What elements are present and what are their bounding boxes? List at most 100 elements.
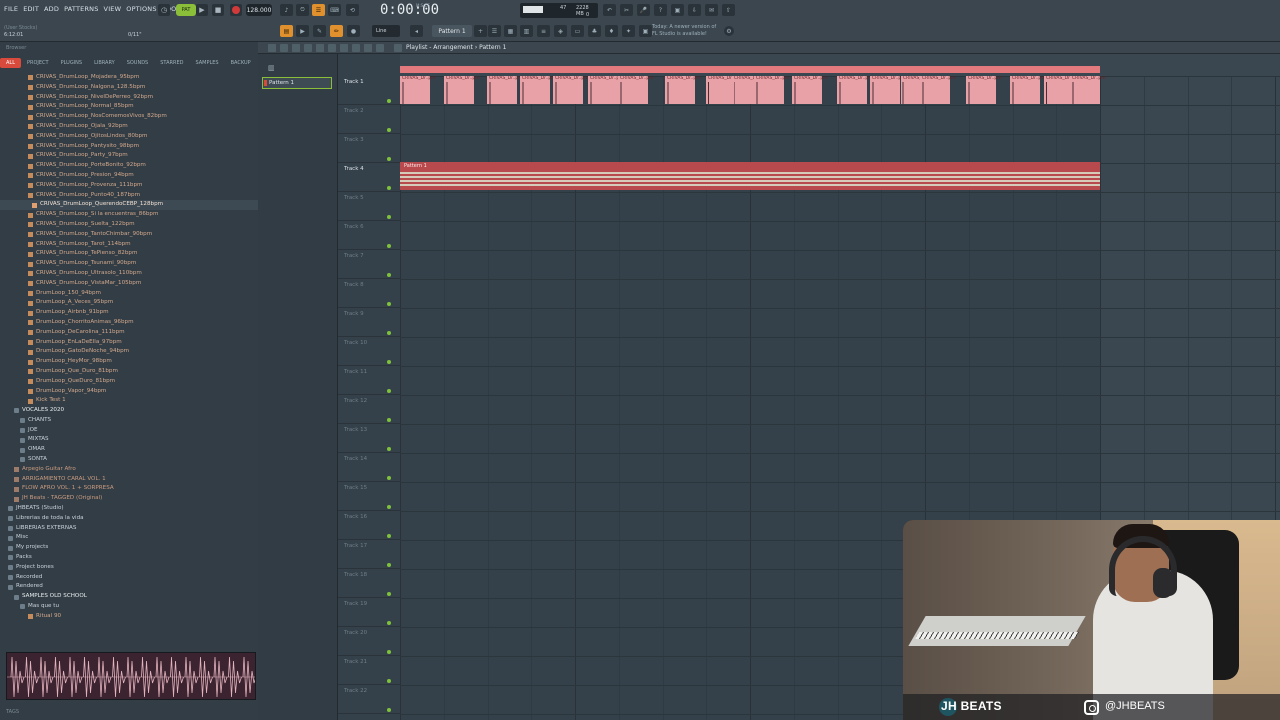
piano-roll-icon[interactable]: ▦	[504, 25, 517, 37]
track-name-16[interactable]: Track 16	[344, 514, 367, 520]
timeline-ruler[interactable]	[400, 54, 1280, 76]
mixer-icon[interactable]: ≡	[537, 25, 550, 37]
track-mute-led[interactable]	[387, 679, 391, 683]
browser-folder[interactable]: Mas que tu	[0, 602, 258, 612]
browser-file[interactable]: CRIVAS_DrumLoop_Pantysito_98bpm	[0, 142, 258, 152]
audio-clip[interactable]: CRIVAS_Dr..pm	[870, 76, 906, 104]
search-icon[interactable]	[364, 44, 372, 52]
play-button[interactable]: ▶	[196, 4, 208, 16]
channel-rack-icon[interactable]: ▥	[520, 25, 533, 37]
audio-clip[interactable]: CRIVAS_Dr..pm	[553, 76, 589, 104]
help-icon[interactable]: ?	[654, 4, 667, 16]
browser-file[interactable]: CRIVAS_DrumLoop_Party_97bpm	[0, 151, 258, 161]
track-name-2[interactable]: Track 2	[344, 108, 364, 114]
track-mute-led[interactable]	[387, 650, 391, 654]
audio-clip[interactable]: CRIVAS_Dr..pm	[618, 76, 654, 104]
playlist-snap-icon[interactable]	[268, 44, 276, 52]
track-mute-led[interactable]	[387, 447, 391, 451]
draw-tool-icon[interactable]	[292, 44, 300, 52]
time-selection[interactable]	[400, 66, 1100, 73]
browser-folder[interactable]: My projects	[0, 543, 258, 553]
slice-tool-icon[interactable]	[304, 44, 312, 52]
stop-button[interactable]: ■	[212, 4, 224, 16]
track-mute-led[interactable]	[387, 244, 391, 248]
browser-file[interactable]: Kick Test 1	[0, 396, 258, 406]
browser-folder[interactable]: OMAR	[0, 445, 258, 455]
browser-file[interactable]: DrumLoop_HeyMor_98bpm	[0, 357, 258, 367]
browser-folder[interactable]: MIXTAS	[0, 435, 258, 445]
browser-folder[interactable]: CHANTS	[0, 416, 258, 426]
browser-folder[interactable]: JOE	[0, 426, 258, 436]
browser-file[interactable]: CRIVAS_DrumLoop_Mojadera_95bpm	[0, 73, 258, 83]
touch-keyboard-icon[interactable]: ♦	[605, 25, 618, 37]
audio-clip[interactable]: CRIVAS_Dr..pm	[920, 76, 956, 104]
browser-file[interactable]: DrumLoop_A_Veces_95bpm	[0, 298, 258, 308]
save-icon[interactable]: ▣	[671, 4, 684, 16]
track-name-8[interactable]: Track 8	[344, 282, 364, 288]
plugin-picker-icon[interactable]: ◈	[554, 25, 567, 37]
track-mute-led[interactable]	[387, 99, 391, 103]
browser-file[interactable]: CRIVAS_DrumLoop_VistaMar_105bpm	[0, 279, 258, 289]
track-mute-led[interactable]	[387, 621, 391, 625]
audio-clip[interactable]: CRIVAS_Dr..pm	[966, 76, 1002, 104]
track-mute-led[interactable]	[387, 331, 391, 335]
browser-folder[interactable]: LIBRERIAS EXTERNAS	[0, 524, 258, 534]
picker-pattern-1[interactable]: Pattern 1	[262, 77, 332, 89]
track-name-21[interactable]: Track 21	[344, 659, 367, 665]
sample-waveform-preview[interactable]	[6, 652, 256, 700]
browser-file[interactable]: CRIVAS_DrumLoop_Normal_85bpm	[0, 102, 258, 112]
pattern-selector[interactable]: Pattern 1	[432, 25, 472, 37]
track-mute-led[interactable]	[387, 186, 391, 190]
audio-clip[interactable]: CRIVAS_Dr..pm	[732, 76, 768, 104]
gear-icon[interactable]: ⚙	[724, 26, 734, 36]
mic-icon[interactable]: 🎤	[637, 4, 650, 16]
track-name-7[interactable]: Track 7	[344, 253, 364, 259]
browser-file[interactable]: CRIVAS_DrumLoop_Nalgona_128.5bpm	[0, 83, 258, 93]
track-mute-led[interactable]	[387, 302, 391, 306]
track-name-13[interactable]: Track 13	[344, 427, 367, 433]
playlist-icon[interactable]: ☰	[488, 25, 501, 37]
rec-mode-icon[interactable]: ●	[347, 25, 360, 37]
browser-file[interactable]: DrumLoop_QueDuro_81bpm	[0, 377, 258, 387]
track-mute-led[interactable]	[387, 708, 391, 712]
audio-clip[interactable]: CRIVAS_Dr..pm	[754, 76, 790, 104]
track-name-5[interactable]: Track 5	[344, 195, 364, 201]
track-name-1[interactable]: Track 1	[344, 79, 364, 85]
track-name-19[interactable]: Track 19	[344, 601, 367, 607]
update-notice[interactable]: Today: A newer version of FL Studio is a…	[652, 24, 716, 38]
menu-view[interactable]: VIEW	[104, 5, 122, 13]
snap-selector[interactable]: Line	[372, 25, 400, 37]
audio-clip[interactable]: CRIVAS_Dr..pm	[1070, 76, 1106, 104]
menu-patterns[interactable]: PATTERNS	[64, 5, 98, 13]
track-mute-led[interactable]	[387, 592, 391, 596]
plugin-icon[interactable]: ✦	[622, 25, 635, 37]
browser-folder[interactable]: Recorded	[0, 573, 258, 583]
track-name-22[interactable]: Track 22	[344, 688, 367, 694]
track-mute-led[interactable]	[387, 128, 391, 132]
browser-file[interactable]: ARRIGAMIENTO CARAL VOL. 1	[0, 475, 258, 485]
track-mute-led[interactable]	[387, 215, 391, 219]
audio-clip[interactable]: CRIVAS_Dr..pm	[792, 76, 828, 104]
track-mute-led[interactable]	[387, 360, 391, 364]
audio-clip[interactable]: CRIVAS_Dr..pm	[520, 76, 556, 104]
browser-folder[interactable]: JHBEATS (Studio)	[0, 504, 258, 514]
browser-folder[interactable]: Misc	[0, 533, 258, 543]
browser-file[interactable]: Ritual 90	[0, 612, 258, 622]
track-name-3[interactable]: Track 3	[344, 137, 364, 143]
track-mute-led[interactable]	[387, 157, 391, 161]
audio-clip[interactable]: CRIVAS_Dr..pm	[487, 76, 523, 104]
browser-file[interactable]: DrumLoop_Vapor_94bpm	[0, 387, 258, 397]
chat-icon[interactable]: ✉	[705, 4, 718, 16]
browser-file[interactable]: CRIVAS_DrumLoop_NivelDePerreo_92bpm	[0, 93, 258, 103]
playlist-tool-icon[interactable]: ▤	[280, 25, 293, 37]
browser-file[interactable]: CRIVAS_DrumLoop_Ojala_92bpm	[0, 122, 258, 132]
browser-tab-library[interactable]: LIBRARY	[88, 58, 121, 68]
magnet-icon[interactable]	[352, 44, 360, 52]
browser-tab-starred[interactable]: STARRED	[154, 58, 189, 68]
export-icon[interactable]: ⇩	[688, 4, 701, 16]
browser-file[interactable]: CRIVAS_DrumLoop_Suelta_122bpm	[0, 220, 258, 230]
browser-tab-sounds[interactable]: SOUNDS	[121, 58, 155, 68]
browser-tab-plugins[interactable]: PLUGINS	[55, 58, 88, 68]
step-edit-icon[interactable]: ⌨	[328, 4, 341, 16]
browser-file[interactable]: DrumLoop_GatoDeNoche_94bpm	[0, 347, 258, 357]
